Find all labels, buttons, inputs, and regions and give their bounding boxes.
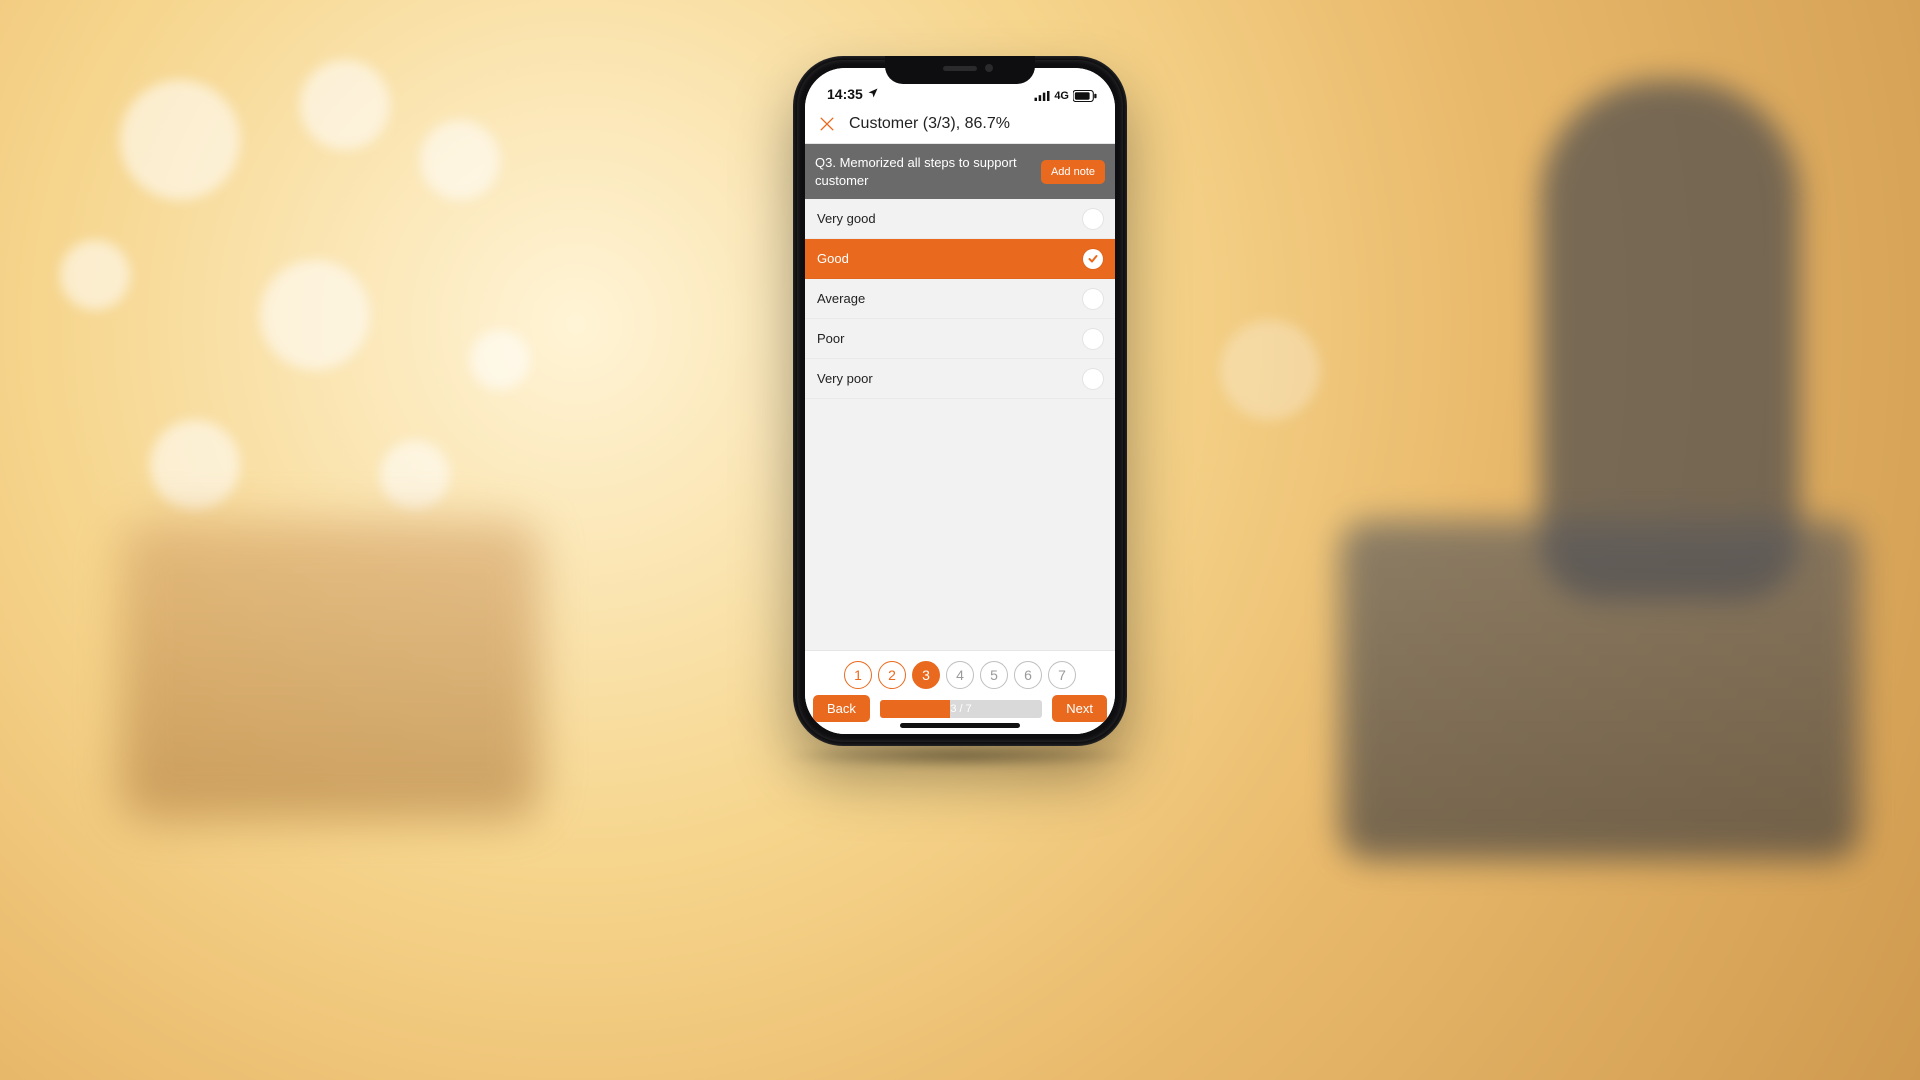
answer-option[interactable]: Good xyxy=(805,239,1115,279)
network-label: 4G xyxy=(1054,90,1069,102)
answer-option-label: Average xyxy=(817,291,865,306)
answer-option[interactable]: Average xyxy=(805,279,1115,319)
status-right: 4G xyxy=(1034,90,1097,102)
back-button[interactable]: Back xyxy=(813,695,870,722)
pager-page[interactable]: 4 xyxy=(946,661,974,689)
radio-indicator xyxy=(1083,289,1103,309)
answer-option-label: Good xyxy=(817,251,849,266)
location-arrow-icon xyxy=(867,86,879,102)
pager-page[interactable]: 5 xyxy=(980,661,1008,689)
pager-page[interactable]: 3 xyxy=(912,661,940,689)
answer-option[interactable]: Very poor xyxy=(805,359,1115,399)
app-screen: 14:35 4G Customer (3/3), 86.7% xyxy=(805,68,1115,734)
progress-bar: 3 / 7 xyxy=(880,700,1042,718)
nav-row: Back 3 / 7 Next xyxy=(813,695,1107,722)
answer-option-label: Very good xyxy=(817,211,876,226)
progress-label: 3 / 7 xyxy=(880,700,1042,718)
status-left: 14:35 xyxy=(827,86,879,102)
answer-options-list: Very good Good Average Poor xyxy=(805,199,1115,650)
status-time: 14:35 xyxy=(827,86,863,102)
close-icon[interactable] xyxy=(815,112,839,136)
battery-icon xyxy=(1073,90,1097,102)
question-text: Q3. Memorized all steps to support custo… xyxy=(815,154,1031,189)
answer-option-label: Very poor xyxy=(817,371,873,386)
page-header: Customer (3/3), 86.7% xyxy=(805,104,1115,144)
question-pager: 1 2 3 4 5 6 7 xyxy=(813,657,1107,695)
add-note-button[interactable]: Add note xyxy=(1041,160,1105,184)
bottom-navigation: 1 2 3 4 5 6 7 Back 3 / 7 Next xyxy=(805,650,1115,734)
next-button[interactable]: Next xyxy=(1052,695,1107,722)
pager-page[interactable]: 6 xyxy=(1014,661,1042,689)
radio-indicator xyxy=(1083,249,1103,269)
cellular-signal-icon xyxy=(1034,91,1050,101)
answer-option-label: Poor xyxy=(817,331,844,346)
pager-page[interactable]: 1 xyxy=(844,661,872,689)
phone-device-frame: 14:35 4G Customer (3/3), 86.7% xyxy=(793,56,1127,746)
radio-indicator xyxy=(1083,369,1103,389)
answer-option[interactable]: Poor xyxy=(805,319,1115,359)
phone-notch xyxy=(885,56,1035,84)
radio-indicator xyxy=(1083,329,1103,349)
page-title: Customer (3/3), 86.7% xyxy=(849,115,1010,133)
answer-option[interactable]: Very good xyxy=(805,199,1115,239)
question-bar: Q3. Memorized all steps to support custo… xyxy=(805,144,1115,199)
pager-page[interactable]: 2 xyxy=(878,661,906,689)
home-indicator[interactable] xyxy=(900,723,1020,728)
pager-page[interactable]: 7 xyxy=(1048,661,1076,689)
radio-indicator xyxy=(1083,209,1103,229)
